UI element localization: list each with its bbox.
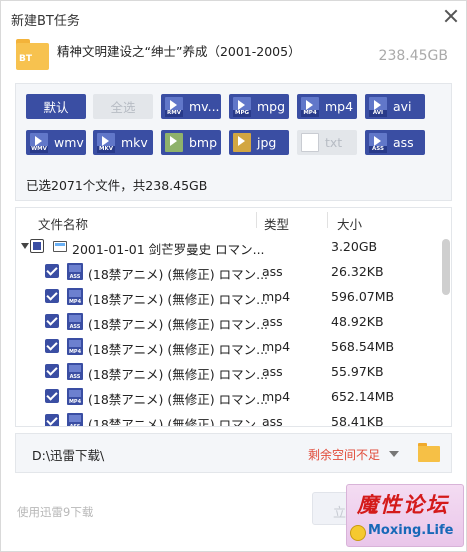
file-name: (18禁アニメ) (無修正) ロマン... (88, 392, 269, 407)
filter-wmv-button[interactable]: WMV wmv (26, 130, 86, 155)
file-name: (18禁アニメ) (無修正) ロマン... (88, 342, 269, 357)
file-type: mp4 (262, 339, 291, 354)
subtitle-file-icon: ASS (67, 363, 83, 380)
filter-txt-button[interactable]: txt (297, 130, 357, 155)
subtitle-file-icon: ASS (67, 263, 83, 280)
bt-folder-icon: BT (16, 37, 49, 70)
filter-select-all-button[interactable]: 全选 (93, 94, 153, 119)
file-type: ass (262, 364, 283, 379)
file-size: 596.07MB (331, 289, 395, 304)
folder-name: 2001-01-01 剑芒罗曼史 ロマン... (72, 242, 265, 257)
file-row[interactable]: MP4 (18禁アニメ) (無修正) ロマン... mp4 652.14MB (16, 384, 441, 409)
file-size: 652.14MB (331, 389, 395, 404)
mkv-file-icon: MKV (97, 133, 115, 153)
chevron-down-icon[interactable] (389, 451, 399, 457)
file-row[interactable]: ASS (18禁アニメ) (無修正) ロマン... ass 55.97KB (16, 359, 441, 384)
file-name: (18禁アニメ) (無修正) ロマン... (88, 367, 269, 382)
column-name[interactable]: 文件名称 (38, 214, 88, 233)
subtitle-file-icon: ASS (67, 413, 83, 426)
file-size: 568.54MB (331, 339, 395, 354)
file-type: ass (262, 414, 283, 427)
low-space-warning: 剩余空间不足 (308, 448, 381, 462)
filter-mp4-button[interactable]: MP4 mp4 (297, 94, 357, 119)
file-type: mp4 (262, 289, 291, 304)
save-path-value[interactable]: D:\迅雷下载\ (32, 445, 104, 464)
txt-file-icon (301, 133, 319, 152)
file-row[interactable]: ASS (18禁アニメ) (無修正) ロマン... ass 58.41KB (16, 409, 441, 427)
mpg-file-icon: MPG (233, 97, 251, 117)
use-xunlei9-link[interactable]: 使用迅雷9下载 (17, 504, 93, 520)
file-type: ass (262, 264, 283, 279)
file-name: (18禁アニメ) (無修正) ロマン... (88, 292, 269, 307)
file-row[interactable]: ASS (18禁アニメ) (無修正) ロマン... ass 48.92KB (16, 309, 441, 334)
filter-jpg-button[interactable]: jpg (229, 130, 289, 155)
watermark-logo: 魔性论坛 Moxing.Life (346, 484, 464, 547)
file-size: 55.97KB (331, 364, 384, 379)
file-size: 26.32KB (331, 264, 384, 279)
file-row[interactable]: MP4 (18禁アニメ) (無修正) ロマン... mp4 568.54MB (16, 334, 441, 359)
filter-rmvb-button[interactable]: RMV mv... (161, 94, 221, 119)
bmp-image-icon (165, 133, 183, 152)
video-file-icon: MP4 (67, 288, 83, 305)
file-row[interactable]: MP4 (18禁アニメ) (無修正) ロマン... mp4 596.07MB (16, 284, 441, 309)
folder-size: 3.20GB (331, 239, 378, 254)
avi-file-icon: AVI (369, 97, 387, 117)
task-name: 精神文明建设之“绅士”养成（2001-2005） (57, 44, 301, 59)
selection-summary: 已选2071个文件，共238.45GB (26, 178, 208, 193)
save-path-selector[interactable]: D:\迅雷下载\ 剩余空间不足 (15, 433, 452, 473)
filter-avi-button[interactable]: AVI avi (365, 94, 425, 119)
jpg-image-icon (233, 133, 251, 152)
watermark-domain: Moxing.Life (368, 523, 454, 538)
rmvb-file-icon: RMV (165, 97, 183, 117)
file-size: 58.41KB (331, 414, 384, 427)
folder-disk-icon (53, 241, 67, 252)
folder-row[interactable]: 2001-01-01 剑芒罗曼史 ロマン... 3.20GB (16, 234, 441, 259)
close-icon[interactable] (443, 8, 459, 24)
file-name: (18禁アニメ) (無修正) ロマン... (88, 317, 269, 332)
video-file-icon: MP4 (67, 338, 83, 355)
scrollbar-thumb[interactable] (442, 239, 450, 295)
file-row[interactable]: ASS (18禁アニメ) (無修正) ロマン... ass 26.32KB (16, 259, 441, 284)
window-title: 新建BT任务 (11, 14, 80, 29)
column-type[interactable]: 类型 (264, 214, 289, 233)
folder-browse-icon[interactable] (418, 443, 440, 462)
filter-default-button[interactable]: 默认 (26, 94, 86, 119)
file-type: mp4 (262, 389, 291, 404)
mp4-file-icon: MP4 (301, 97, 319, 117)
file-checkbox[interactable] (45, 414, 59, 426)
video-file-icon: MP4 (67, 388, 83, 405)
folder-checkbox[interactable] (30, 239, 44, 253)
file-type: ass (262, 314, 283, 329)
wmv-file-icon: WMV (30, 133, 48, 153)
file-list: 文件名称 类型 大小 2001-01-01 剑芒罗曼史 ロマン... 3.20G… (15, 207, 452, 427)
folder-badge: BT (19, 54, 32, 64)
column-size[interactable]: 大小 (337, 214, 362, 233)
new-bt-task-dialog: 新建BT任务 BT 精神文明建设之“绅士”养成（2001-2005） 238.4… (0, 0, 467, 552)
file-checkbox[interactable] (45, 264, 59, 278)
file-checkbox[interactable] (45, 364, 59, 378)
file-checkbox[interactable] (45, 289, 59, 303)
filter-bmp-button[interactable]: bmp (161, 130, 221, 155)
task-total-size: 238.45GB (378, 48, 448, 64)
file-checkbox[interactable] (45, 314, 59, 328)
file-list-header: 文件名称 类型 大小 (16, 208, 451, 233)
file-checkbox[interactable] (45, 339, 59, 353)
collapse-arrow-icon[interactable] (21, 243, 29, 249)
filter-mkv-button[interactable]: MKV mkv (93, 130, 153, 155)
file-checkbox[interactable] (45, 389, 59, 403)
filter-ass-button[interactable]: ASS ass (365, 130, 425, 155)
subtitle-file-icon: ASS (67, 313, 83, 330)
file-list-scrollbar[interactable] (442, 234, 450, 424)
filter-mpg-button[interactable]: MPG mpg (229, 94, 289, 119)
file-size: 48.92KB (331, 314, 384, 329)
ass-file-icon: ASS (369, 133, 387, 153)
file-name: (18禁アニメ) (無修正) ロマン... (88, 267, 269, 282)
file-name: (18禁アニメ) (無修正) ロマン... (88, 417, 269, 427)
smiley-icon (350, 525, 366, 541)
watermark-title: 魔性论坛 (357, 493, 449, 517)
